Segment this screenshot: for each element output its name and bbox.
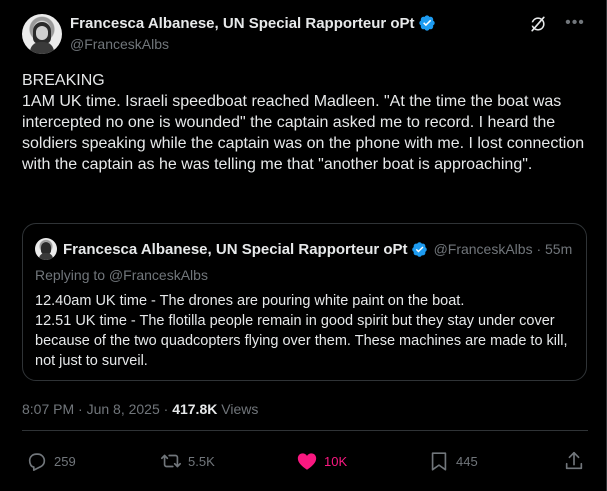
verified-badge-icon xyxy=(411,241,427,257)
bookmark-icon xyxy=(431,452,447,471)
tweet-timestamp[interactable]: 8:07 PM · Jun 8, 2025 · xyxy=(22,401,172,417)
quoted-author-avatar xyxy=(35,238,57,260)
bookmark-count: 445 xyxy=(456,453,478,469)
views-count: 417.8K xyxy=(172,401,218,417)
quoted-author-display-name: Francesca Albanese, UN Special Rapporteu… xyxy=(63,240,408,258)
author-avatar[interactable] xyxy=(22,14,62,54)
views-label: Views xyxy=(217,401,259,417)
heart-filled-icon xyxy=(297,453,317,470)
like-count: 10K xyxy=(324,453,348,469)
repost-button[interactable]: 5.5K xyxy=(160,446,215,476)
reply-icon xyxy=(28,453,46,471)
author-handle[interactable]: @FranceskAlbs xyxy=(70,36,169,52)
repost-icon xyxy=(161,454,181,468)
divider xyxy=(22,430,588,431)
quoted-tweet-header: Francesca Albanese, UN Special Rapporteu… xyxy=(35,238,572,260)
reply-count: 259 xyxy=(54,453,76,469)
quoted-tweet[interactable]: Francesca Albanese, UN Special Rapporteu… xyxy=(22,223,587,381)
action-bar: 259 5.5K 10K 445 xyxy=(22,446,589,476)
reply-button[interactable]: 259 xyxy=(26,446,76,476)
bookmark-button[interactable]: 445 xyxy=(428,446,478,476)
verified-badge-icon xyxy=(418,15,435,31)
quoted-tweet-text: 12.40am UK time - The drones are pouring… xyxy=(35,293,568,369)
share-icon xyxy=(565,451,583,470)
repost-count: 5.5K xyxy=(188,453,215,469)
author-display-name[interactable]: Francesca Albanese, UN Special Rapporteu… xyxy=(70,15,415,32)
tweet-detail: Francesca Albanese, UN Special Rapporteu… xyxy=(0,0,607,491)
author-name-row: Francesca Albanese, UN Special Rapporteu… xyxy=(70,14,436,32)
like-button[interactable]: 10K xyxy=(296,446,347,476)
quoted-replying-to: Replying to @FranceskAlbs xyxy=(35,267,208,283)
share-button[interactable] xyxy=(563,446,585,476)
more-dots-icon[interactable]: ••• xyxy=(564,12,586,34)
tweet-text: BREAKING 1AM UK time. Israeli speedboat … xyxy=(22,72,585,173)
tweet-header: Francesca Albanese, UN Special Rapporteu… xyxy=(22,12,588,60)
grok-icon[interactable] xyxy=(528,14,548,34)
quoted-tweet-meta: @FranceskAlbs · 55m xyxy=(433,241,573,257)
tweet-meta: 8:07 PM · Jun 8, 2025 · 417.8K Views xyxy=(22,401,258,417)
